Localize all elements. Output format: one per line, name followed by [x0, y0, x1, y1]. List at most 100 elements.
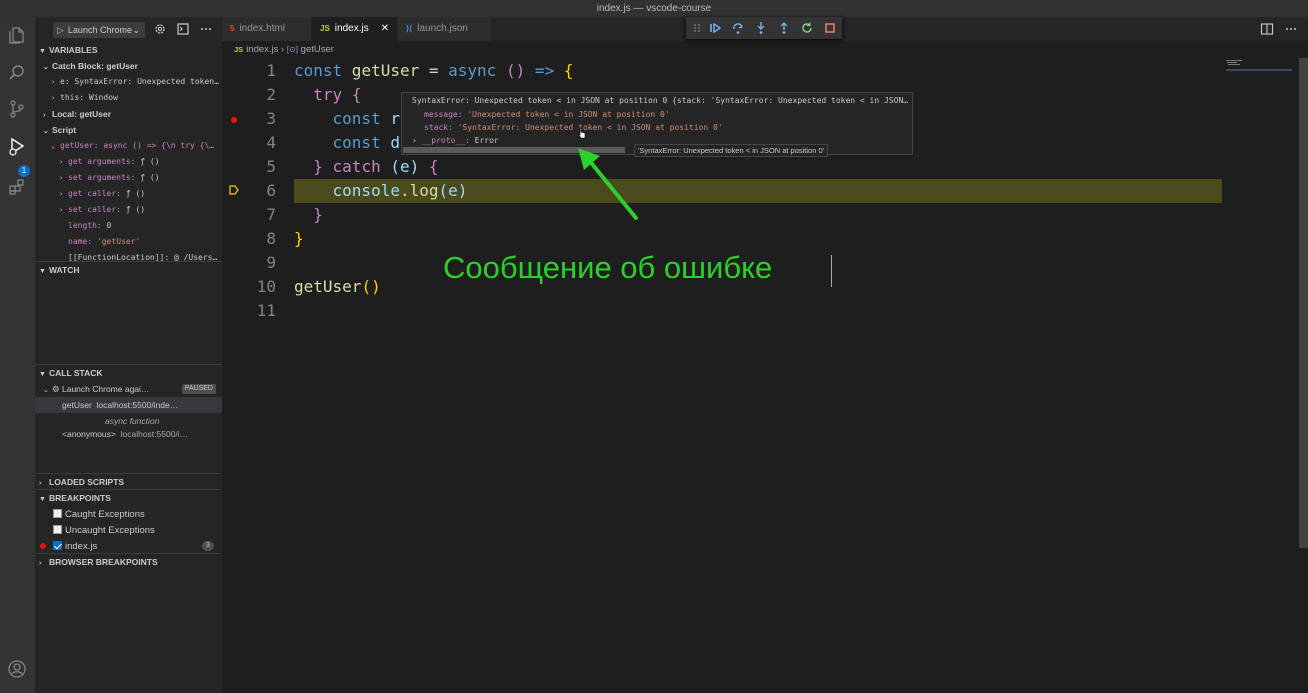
code-line: try { [294, 83, 361, 107]
debug-badge: 1 [18, 165, 30, 177]
debug-session-icon: ⚙ [52, 384, 60, 394]
scope-catch-block-label: Catch Block: getUser [52, 61, 138, 71]
debug-console-icon[interactable] [176, 22, 190, 36]
tab-index-html[interactable]: 5 index.html [222, 17, 312, 41]
code-token: try [294, 85, 343, 104]
continue-icon[interactable] [708, 21, 722, 35]
hover-value: 'Unexpected token < in JSON at position … [467, 110, 670, 119]
mouse-pointer-icon [577, 127, 587, 139]
debug-floating-toolbar [686, 17, 842, 39]
breakpoint-caught-exceptions[interactable]: Caught Exceptions [35, 506, 222, 522]
variable-this[interactable]: › this: Window [35, 90, 222, 106]
chevron-right-icon: › [59, 190, 64, 198]
hover-proto-row[interactable]: › __proto__: Error [412, 134, 499, 147]
tab-index-js[interactable]: JS index.js ✕ [312, 17, 398, 41]
chevron-right-icon: › [39, 560, 42, 567]
line-number: 1 [266, 61, 276, 80]
search-icon[interactable] [7, 63, 27, 83]
variable-set-caller[interactable]: › set caller: ƒ () [35, 202, 222, 218]
chevron-right-icon: › [43, 112, 46, 119]
vertical-scrollbar[interactable] [1299, 58, 1308, 548]
uncaught-exceptions-checkbox[interactable] [53, 525, 62, 534]
code-token: () [361, 277, 381, 296]
run-debug-icon[interactable] [7, 137, 27, 157]
index-js-breakpoint-checkbox[interactable] [53, 541, 62, 550]
loaded-scripts-section-header[interactable]: › LOADED SCRIPTS [35, 474, 222, 490]
drag-handle-icon[interactable] [690, 21, 704, 35]
variable-set-arguments[interactable]: › set arguments: ƒ () [35, 170, 222, 186]
scope-catch-block[interactable]: ⌄ Catch Block: getUser [35, 58, 222, 74]
scope-local[interactable]: › Local: getUser [35, 106, 222, 122]
chevron-right-icon: › [59, 206, 64, 214]
split-editor-icon[interactable] [1260, 22, 1274, 36]
hover-stack-row[interactable]: stack: 'SyntaxError: Unexpected token < … [424, 121, 723, 134]
account-icon[interactable] [7, 659, 27, 679]
code-line: const getUser = async () => { [294, 59, 573, 83]
code-line: console.log(e) [294, 179, 468, 203]
tab-launch-json[interactable]: ⟩⟨ launch.json [398, 17, 492, 41]
close-icon[interactable]: ✕ [381, 17, 389, 41]
variables-section-header[interactable]: ▼ VARIABLES [35, 42, 222, 58]
code-token: } [294, 205, 323, 224]
start-debugging-icon[interactable]: ▷ [57, 25, 64, 35]
call-stack-session-label: Launch Chrome agai… [62, 384, 150, 394]
minimap[interactable] [1222, 58, 1300, 88]
chevron-down-icon: ⌄ [132, 25, 140, 35]
variable-e[interactable]: › e: SyntaxError: Unexpected token… [35, 74, 222, 90]
extensions-icon[interactable] [7, 177, 27, 197]
variable-name[interactable]: name: 'getUser' [35, 234, 222, 250]
call-stack-session[interactable]: ⌄ ⚙ Launch Chrome agai… PAUSED [35, 381, 222, 397]
more-actions-icon[interactable] [1284, 22, 1298, 36]
scope-local-label: Local: getUser [52, 109, 112, 119]
launch-config-select[interactable]: ▷ Launch Chrome ⌄ [53, 22, 145, 38]
gear-icon[interactable] [153, 22, 167, 36]
source-control-icon[interactable] [7, 99, 27, 119]
variable-getuser[interactable]: ⌄ getUser: async () => {\n try {\… [35, 138, 222, 154]
breakpoint-file[interactable]: index.js 3 [35, 538, 222, 554]
paused-line-arrow-icon [229, 185, 239, 195]
code-line: } [294, 203, 323, 227]
chevron-down-icon: ⌄ [51, 142, 56, 150]
tab-label: launch.json [417, 23, 468, 34]
scope-script[interactable]: ⌄ Script [35, 122, 222, 138]
code-token: getUser [294, 277, 362, 296]
code-token: const [294, 61, 343, 80]
variable-length[interactable]: length: 0 [35, 218, 222, 234]
explorer-icon[interactable] [7, 25, 27, 45]
code-token: . [399, 181, 410, 200]
code-line: } [294, 227, 304, 251]
hover-message-row[interactable]: message: 'Unexpected token < in JSON at … [424, 108, 670, 121]
hover-summary[interactable]: SyntaxError: Unexpected token < in JSON … [412, 94, 910, 107]
step-over-icon[interactable] [731, 21, 745, 35]
chevron-down-icon: ⌄ [43, 64, 49, 71]
breakpoint-uncaught-exceptions[interactable]: Uncaught Exceptions [35, 522, 222, 538]
chevron-down-icon: ⌄ [43, 387, 49, 394]
variable-set-arguments-value: ƒ () [140, 173, 160, 182]
code-token: (e) [438, 181, 468, 200]
stack-frame[interactable]: getUser localhost:5500/inde… [35, 397, 222, 413]
code-token: const [294, 133, 381, 152]
hover-key: __proto__: [421, 136, 470, 145]
stack-frame[interactable]: <anonymous> localhost:5500/i… [35, 426, 222, 442]
breakpoints-section-header[interactable]: ▼ BREAKPOINTS [35, 490, 222, 506]
breakpoint-dot-icon[interactable] [231, 117, 237, 123]
caught-exceptions-checkbox[interactable] [53, 509, 62, 518]
step-out-icon[interactable] [777, 21, 791, 35]
variable-get-caller[interactable]: › get caller: ƒ () [35, 186, 222, 202]
browser-breakpoints-section-header[interactable]: › BROWSER BREAKPOINTS [35, 554, 222, 570]
launch-config-label: Launch Chrome [67, 25, 132, 35]
restart-icon[interactable] [800, 21, 814, 35]
watch-section-header[interactable]: ▼ WATCH [35, 262, 222, 278]
breadcrumb-file[interactable]: index.js [246, 44, 278, 55]
step-into-icon[interactable] [754, 21, 768, 35]
variable-get-arguments-value: ƒ () [140, 157, 160, 166]
line-number: 5 [266, 157, 276, 176]
more-actions-icon[interactable] [199, 22, 213, 36]
call-stack-section-header[interactable]: ▼ CALL STACK [35, 365, 222, 381]
breadcrumb-symbol[interactable]: getUser [301, 44, 334, 55]
line-number: 3 [266, 109, 276, 128]
variable-get-arguments[interactable]: › get arguments: ƒ () [35, 154, 222, 170]
stop-icon[interactable] [823, 21, 837, 35]
async-function-label: async function [105, 416, 160, 426]
variable-name-value: 'getUser' [96, 237, 141, 246]
